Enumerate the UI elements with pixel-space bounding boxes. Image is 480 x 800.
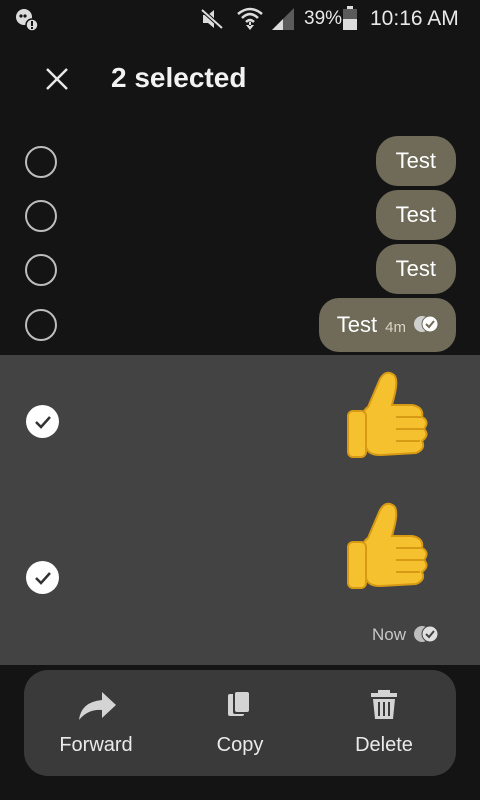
message-status: Now	[372, 625, 440, 645]
message-bubble[interactable]: Test 4m	[318, 298, 456, 352]
message-text: Test	[395, 256, 436, 281]
status-bar: 39% 10:16 AM	[0, 0, 480, 38]
thumbs-up-emoji[interactable]	[340, 367, 440, 471]
message-text: Test	[395, 148, 436, 173]
message-row[interactable]: Test	[0, 190, 480, 244]
select-checkbox-checked[interactable]	[26, 561, 59, 594]
message-bubble[interactable]: Test	[375, 190, 456, 240]
select-checkbox[interactable]	[25, 146, 57, 178]
message-text: Test	[336, 312, 378, 337]
message-text: Test	[395, 202, 436, 227]
message-row[interactable]: Test 4m	[0, 298, 480, 354]
select-checkbox-checked[interactable]	[26, 405, 59, 438]
battery-icon	[343, 6, 357, 30]
read-receipt-icon	[414, 315, 439, 333]
selection-header: 2 selected	[0, 38, 480, 120]
select-checkbox[interactable]	[25, 254, 57, 286]
signal-icon	[272, 8, 294, 30]
message-row[interactable]: Test	[0, 136, 480, 190]
message-time: 4m	[385, 319, 406, 336]
check-icon	[35, 416, 51, 429]
select-checkbox[interactable]	[25, 200, 57, 232]
message-bubble[interactable]: Test	[375, 244, 456, 294]
mute-icon	[200, 8, 224, 30]
message-row-selected[interactable]	[0, 490, 480, 620]
copy-label: Copy	[216, 734, 264, 756]
check-icon	[35, 572, 51, 585]
delete-label: Delete	[355, 734, 413, 756]
close-button[interactable]	[36, 58, 80, 102]
action-bar: Forward Copy Delete	[24, 670, 456, 776]
trash-icon	[371, 690, 397, 719]
notification-icon	[16, 9, 39, 32]
copy-icon	[228, 690, 251, 716]
delete-button[interactable]: Delete	[312, 670, 456, 776]
select-checkbox[interactable]	[25, 309, 57, 341]
read-receipt-icon	[414, 625, 439, 643]
clock: 10:16 AM	[370, 7, 459, 30]
copy-button[interactable]: Copy	[168, 670, 312, 776]
page-title: 2 selected	[111, 62, 247, 93]
thumbs-up-emoji[interactable]	[340, 498, 440, 602]
forward-button[interactable]: Forward	[24, 670, 168, 776]
forward-icon	[79, 692, 116, 720]
message-bubble[interactable]: Test	[375, 136, 456, 186]
battery-percent: 39%	[304, 8, 343, 29]
wifi-icon	[237, 7, 263, 30]
message-row[interactable]: Test	[0, 244, 480, 298]
message-row-selected[interactable]	[0, 355, 480, 485]
close-icon	[46, 68, 68, 90]
forward-label: Forward	[59, 734, 133, 756]
message-time: Now	[371, 625, 406, 644]
